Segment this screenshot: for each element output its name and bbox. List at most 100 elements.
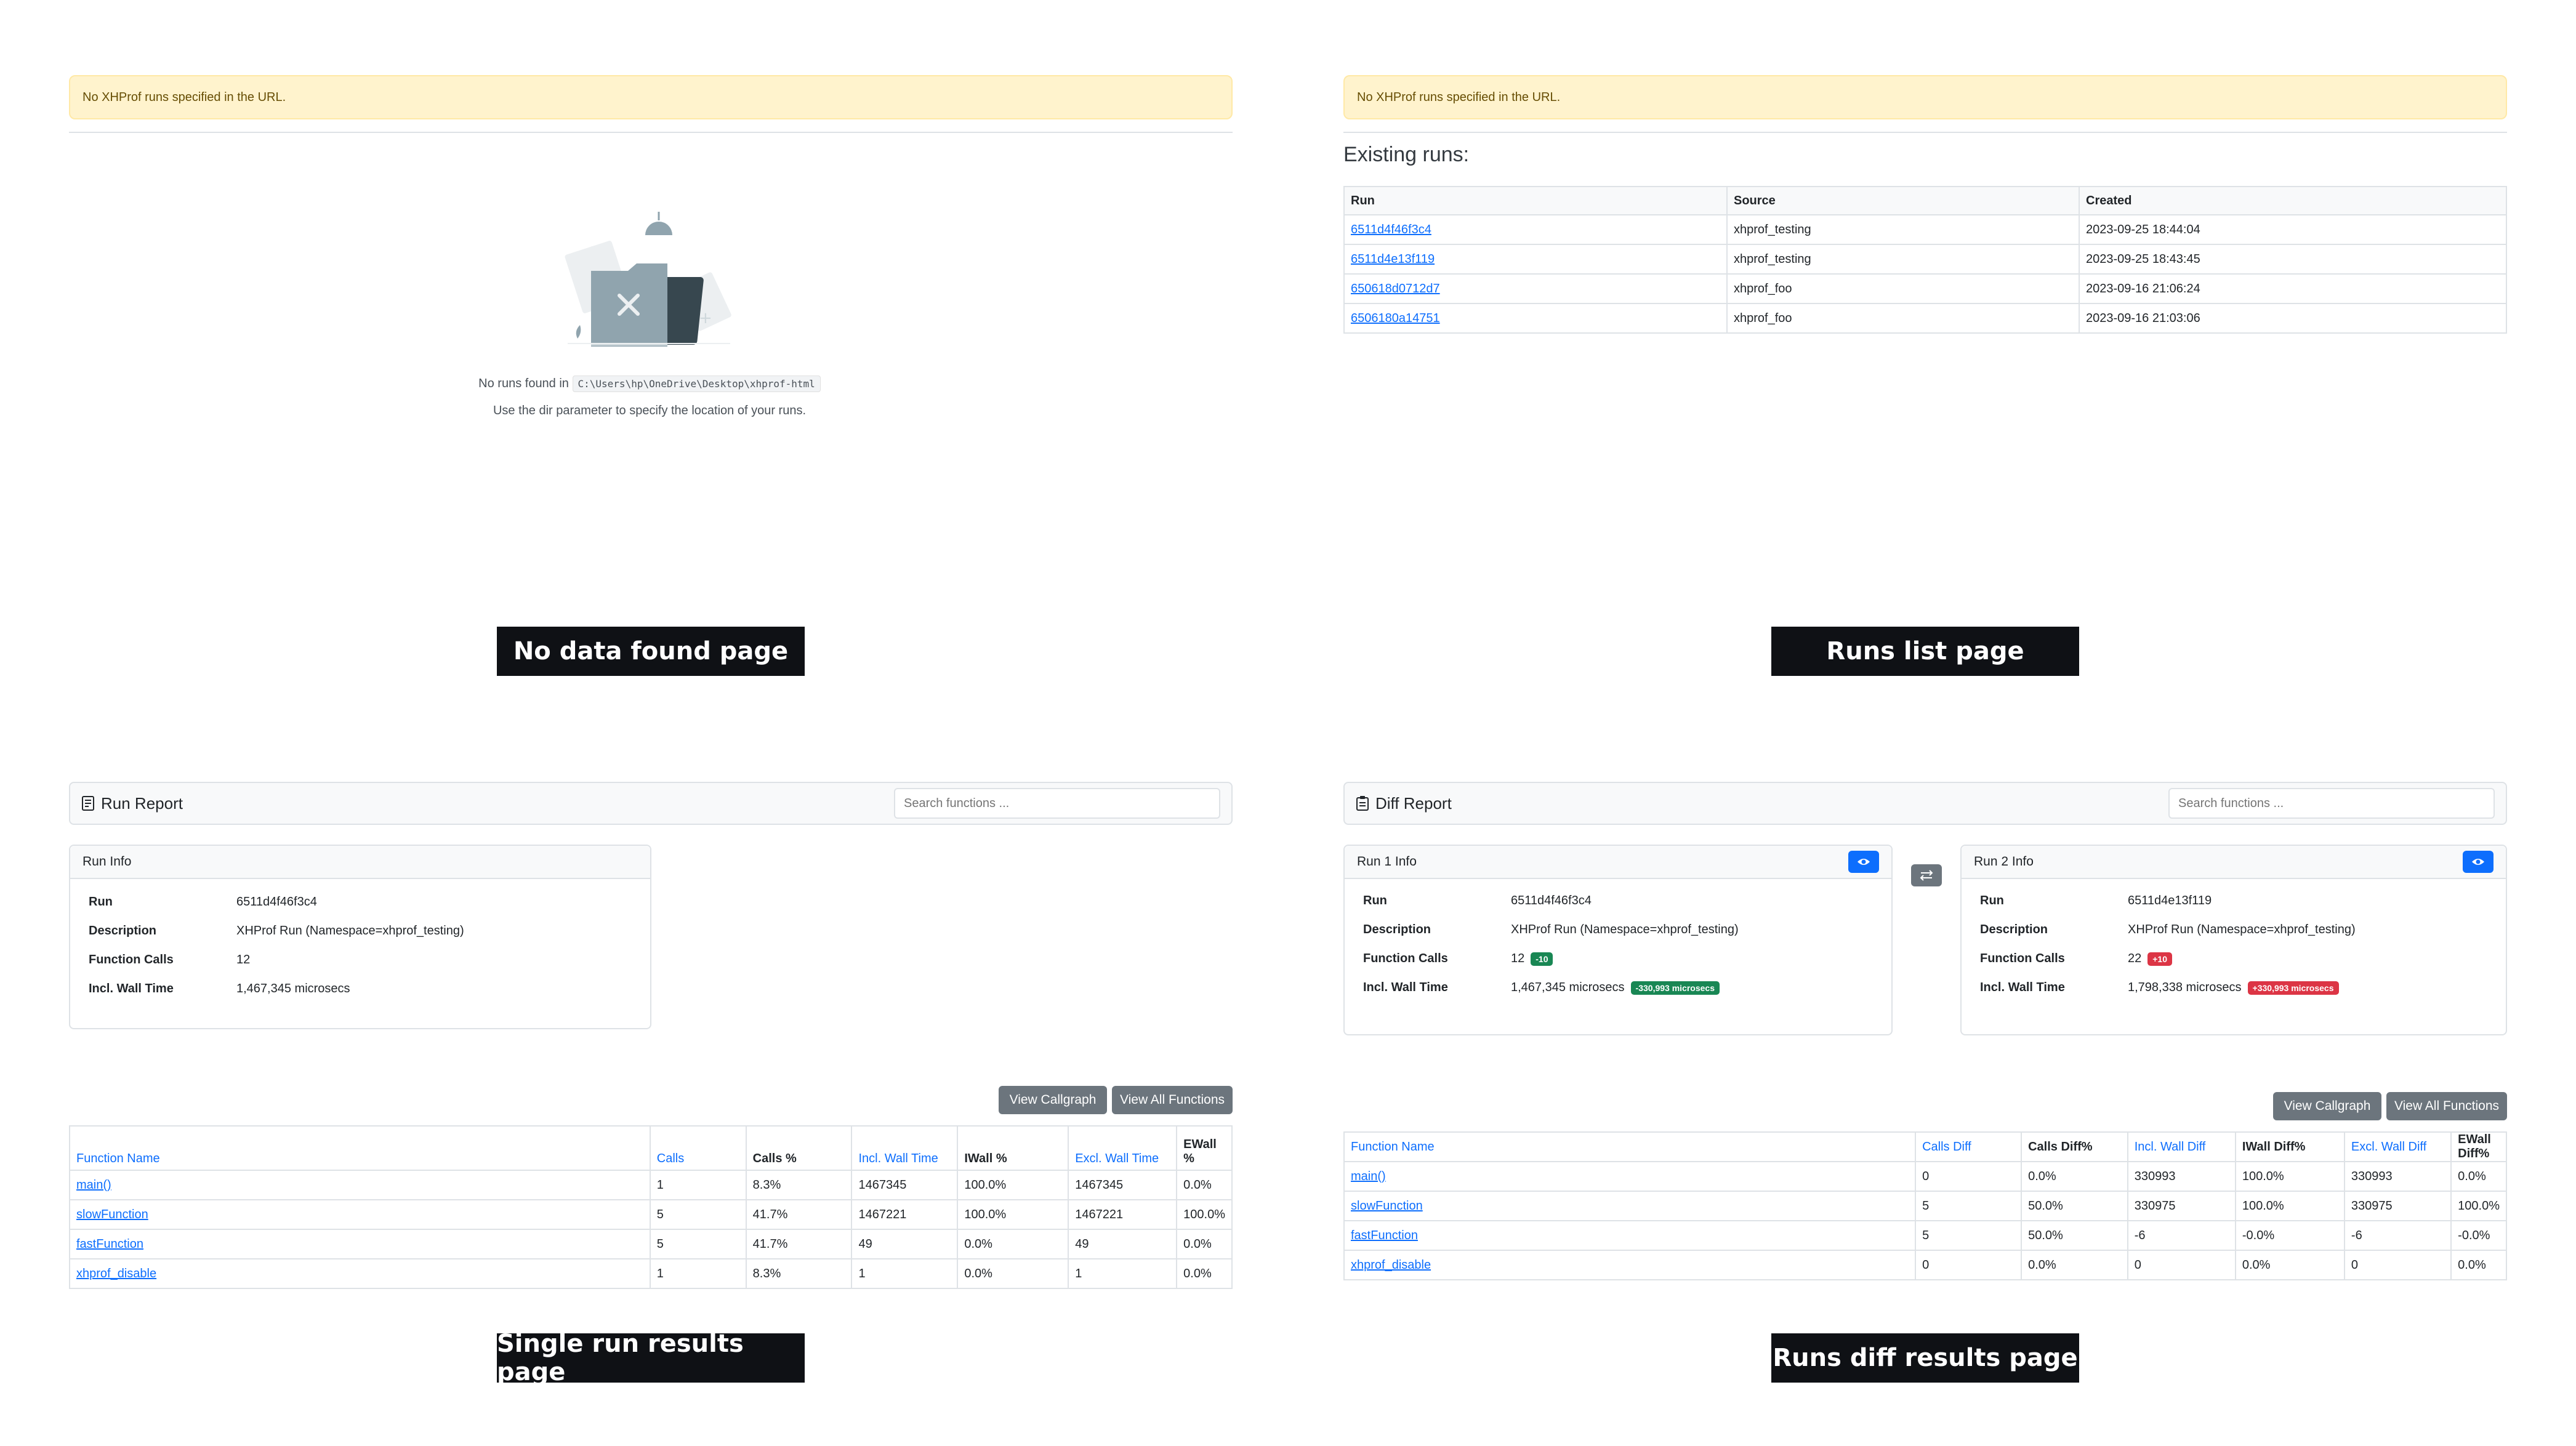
functions-table: Function Name Calls Calls % Incl. Wall T… <box>69 1125 1233 1289</box>
run1-info-body: Run 6511d4f46f3c4 Description XHProf Run (… <box>1345 879 1891 1010</box>
existing-runs-heading: Existing runs: <box>1343 143 1470 166</box>
no-runs-prefix: No runs found in <box>478 377 569 390</box>
cell: -0.0% <box>2450 1220 2507 1251</box>
run-info-title: Run Info <box>83 854 132 869</box>
cell: 0.0% <box>2450 1250 2507 1280</box>
cell: 0.0% <box>2450 1161 2507 1192</box>
run-info-body: Run 6511d4f46f3c4 Description XHProf Run (… <box>70 879 650 1012</box>
cell: 5 <box>649 1199 747 1230</box>
run2-info-card: Run 2 Info Run 6511d4e13f119 Description X… <box>1960 845 2507 1035</box>
function-link[interactable]: xhprof_disable <box>76 1267 156 1280</box>
search-functions-input[interactable] <box>2168 788 2495 819</box>
cell: -0.0% <box>2234 1220 2345 1251</box>
dir-hint: Use the dir parameter to specify the loc… <box>369 404 930 418</box>
cell: 330975 <box>2127 1191 2236 1221</box>
diff-report-icon <box>1356 796 1369 811</box>
run-link[interactable]: 6511d4f46f3c4 <box>1351 223 1431 236</box>
cell: -6 <box>2343 1220 2452 1251</box>
run2-info-body: Run 6511d4e13f119 Description XHProf Run (… <box>1962 879 2506 1010</box>
divider <box>1343 132 2507 133</box>
col-calls-pct: Calls % <box>745 1125 853 1171</box>
info-row: Function Calls 12 -10 <box>1363 944 1873 973</box>
cell: 1 <box>851 1258 959 1289</box>
cell: 0 <box>2127 1250 2236 1280</box>
col-incl-wall[interactable]: Incl. Wall Time <box>851 1125 959 1171</box>
run2-info-title: Run 2 Info <box>1974 854 2034 869</box>
function-link[interactable]: fastFunction <box>76 1237 143 1251</box>
cell: 5 <box>1915 1220 2023 1251</box>
diff-table-header: Function Name Calls Diff Calls Diff% Inc… <box>1343 1131 2507 1162</box>
run-source: xhprof_testing <box>1726 214 2080 245</box>
col-incl-wall-diff[interactable]: Incl. Wall Diff <box>2127 1131 2236 1162</box>
diff-report-header: Diff Report <box>1343 782 2507 825</box>
table-row: main() 1 8.3% 1467345 100.0% 1467345 0.0… <box>69 1170 1233 1200</box>
search-functions-input[interactable] <box>894 788 1220 819</box>
col-calls[interactable]: Calls <box>649 1125 747 1171</box>
swap-runs-button[interactable] <box>1911 864 1942 886</box>
function-link[interactable]: fastFunction <box>1351 1229 1418 1242</box>
function-link[interactable]: slowFunction <box>1351 1199 1423 1213</box>
cell: 0.0% <box>2021 1161 2128 1192</box>
cell: 1467221 <box>851 1199 959 1230</box>
view-run1-button[interactable] <box>1848 851 1879 873</box>
run-link[interactable]: 6506180a14751 <box>1351 311 1440 325</box>
col-iwall-pct: IWall % <box>957 1125 1069 1171</box>
eye-icon <box>2472 859 2484 865</box>
col-calls-diff-pct: Calls Diff% <box>2021 1131 2128 1162</box>
run-link[interactable]: 650618d0712d7 <box>1351 282 1440 295</box>
cell: 1 <box>649 1258 747 1289</box>
runs-table-header: Run Source Created <box>1343 186 2507 215</box>
alert-text: No XHProf runs specified in the URL. <box>1357 90 1561 104</box>
col-run: Run <box>1343 186 1728 215</box>
col-calls-diff[interactable]: Calls Diff <box>1915 1131 2023 1162</box>
run-created: 2023-09-25 18:43:45 <box>2079 244 2507 275</box>
cell: 1 <box>1068 1258 1178 1289</box>
view-callgraph-button[interactable]: View Callgraph <box>999 1086 1107 1114</box>
function-link[interactable]: xhprof_disable <box>1351 1258 1431 1272</box>
cell: 100.0% <box>2234 1161 2345 1192</box>
wall-diff-badge: +330,993 microsecs <box>2247 981 2339 995</box>
info-row: Run 6511d4f46f3c4 <box>1363 894 1592 907</box>
caption-text: No data found page <box>513 637 789 665</box>
col-excl-wall[interactable]: Excl. Wall Time <box>1068 1125 1178 1171</box>
run-source: xhprof_testing <box>1726 244 2080 275</box>
run-created: 2023-09-16 21:03:06 <box>2079 303 2507 334</box>
run1-info-card: Run 1 Info Run 6511d4f46f3c4 Description X… <box>1343 845 1893 1035</box>
cell: 0.0% <box>2021 1250 2128 1280</box>
col-function-name[interactable]: Function Name <box>69 1125 651 1171</box>
alert-text: No XHProf runs specified in the URL. <box>83 90 286 104</box>
view-all-functions-button[interactable]: View All Functions <box>1112 1086 1233 1114</box>
run-link[interactable]: 6511d4e13f119 <box>1351 252 1435 266</box>
cell: 41.7% <box>745 1229 853 1259</box>
run-source: xhprof_foo <box>1726 303 2080 334</box>
cell: 100.0% <box>1176 1199 1233 1230</box>
info-row: Incl. Wall Time 1,467,345 microsecs -330,9… <box>1363 973 1873 1002</box>
function-link[interactable]: main() <box>76 1178 111 1192</box>
function-link[interactable]: main() <box>1351 1170 1386 1183</box>
no-runs-alert: No XHProf runs specified in the URL. <box>1343 75 2507 119</box>
cell: 49 <box>1068 1229 1178 1259</box>
col-source: Source <box>1726 186 2080 215</box>
view-callgraph-button[interactable]: View Callgraph <box>2273 1092 2381 1120</box>
cell: 1 <box>649 1170 747 1200</box>
table-row: fastFunction 5 50.0% -6 -0.0% -6 -0.0% <box>1343 1220 2507 1251</box>
no-runs-alert: No XHProf runs specified in the URL. <box>69 75 1233 119</box>
cell: -6 <box>2127 1220 2236 1251</box>
cell: 0.0% <box>2234 1250 2345 1280</box>
functions-table-header: Function Name Calls Calls % Incl. Wall T… <box>69 1125 1233 1171</box>
svg-text:+: + <box>699 309 712 327</box>
cell: 330993 <box>2343 1161 2452 1192</box>
view-all-functions-button[interactable]: View All Functions <box>2386 1092 2507 1120</box>
cell: 0.0% <box>1176 1258 1233 1289</box>
cell: 0.0% <box>957 1258 1069 1289</box>
cell: 330993 <box>2127 1161 2236 1192</box>
table-row: xhprof_disable 1 8.3% 1 0.0% 1 0.0% <box>69 1258 1233 1289</box>
col-excl-wall-diff[interactable]: Excl. Wall Diff <box>2343 1131 2452 1162</box>
table-row: 6506180a14751 xhprof_foo 2023-09-16 21:0… <box>1343 303 2507 334</box>
page-title: Diff Report <box>1356 794 1452 813</box>
function-link[interactable]: slowFunction <box>76 1208 148 1221</box>
view-run2-button[interactable] <box>2463 851 2493 873</box>
run-created: 2023-09-16 21:06:24 <box>2079 273 2507 304</box>
cell: 50.0% <box>2021 1191 2128 1221</box>
col-function-name[interactable]: Function Name <box>1343 1131 1917 1162</box>
